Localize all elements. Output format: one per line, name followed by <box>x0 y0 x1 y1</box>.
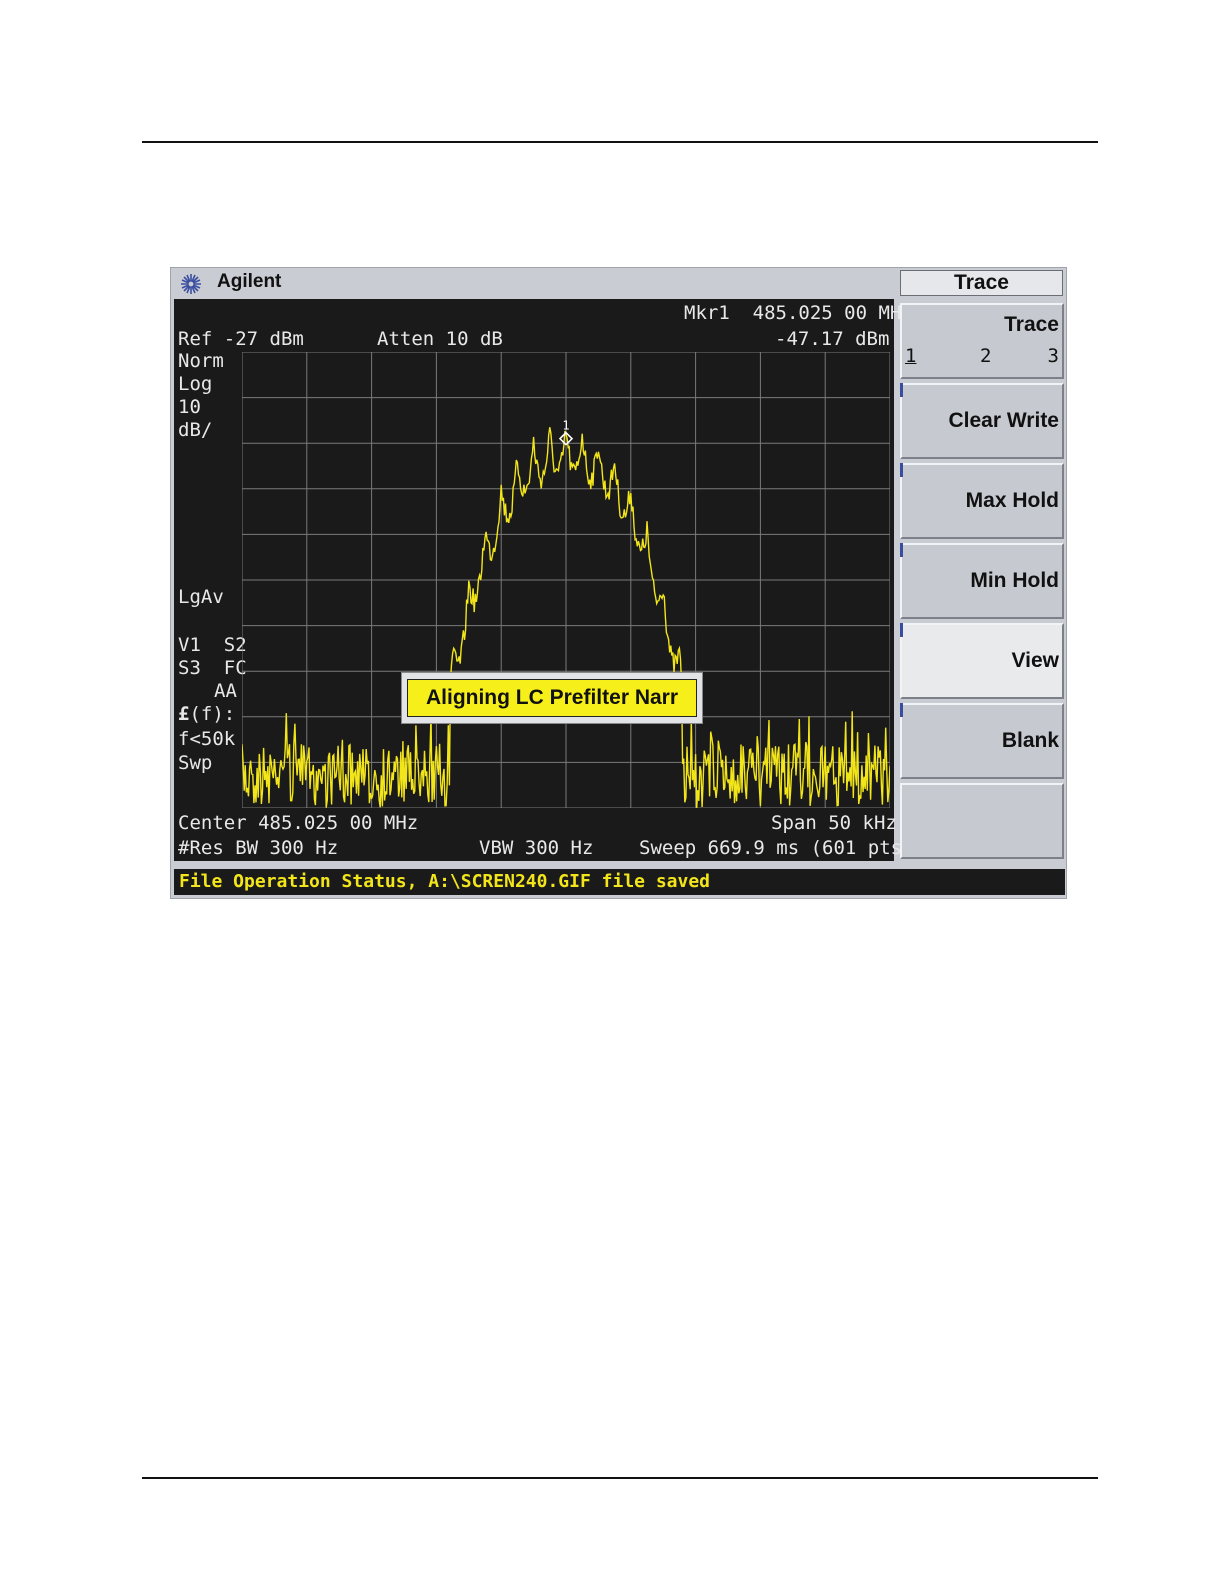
trace-option-1: 1 <box>905 345 917 367</box>
alignment-message: Aligning LC Prefilter Narr <box>407 679 697 717</box>
sweep-time: Sweep 669.9 ms (601 pts) <box>639 837 914 859</box>
sweep-annotation: Swp <box>178 752 213 774</box>
softkey-marker <box>900 703 903 717</box>
clear-write-softkey[interactable]: Clear Write <box>900 383 1064 459</box>
brand-bar: Agilent <box>171 268 897 298</box>
marker-readout: Mkr1 485.025 00 MHz <box>684 302 913 324</box>
blank-label: Blank <box>1001 729 1059 752</box>
marker-number: 1 <box>562 419 569 433</box>
average-type: LgAv <box>178 586 224 608</box>
spectrum-graticule: 1 <box>242 352 890 808</box>
page-bottom-rule <box>142 1477 1098 1479</box>
trace-select-softkey[interactable]: Trace 1 2 3 <box>900 303 1064 379</box>
agilent-spark-icon <box>181 274 201 294</box>
attenuation: Atten 10 dB <box>377 328 503 350</box>
spectrum-plot: 1 <box>242 352 890 808</box>
max-hold-softkey[interactable]: Max Hold <box>900 463 1064 539</box>
trace-status-v1s2: V1 S2 <box>178 634 247 656</box>
softkey-panel: Trace Trace 1 2 3 Clear Write Max Hold M… <box>898 268 1066 864</box>
menu-title: Trace <box>900 270 1063 296</box>
softkey-marker <box>900 623 903 637</box>
view-label: View <box>1011 649 1059 672</box>
view-softkey[interactable]: View <box>900 623 1064 699</box>
scale-value: 10 <box>178 396 201 418</box>
alignment-popup: Aligning LC Prefilter Narr <box>401 672 703 724</box>
page-top-rule <box>142 141 1098 143</box>
frequency-span: Span 50 kHz <box>771 812 897 834</box>
resolution-bandwidth: #Res BW 300 Hz <box>178 837 339 859</box>
lf-symbol: £ <box>178 703 190 725</box>
min-hold-label: Min Hold <box>970 569 1059 592</box>
softkey-marker <box>900 383 903 397</box>
center-frequency: Center 485.025 00 MHz <box>178 812 419 834</box>
trace-option-3: 3 <box>1047 345 1059 367</box>
trace-status-s3fc: S3 FC <box>178 657 247 679</box>
scale-type: Log <box>178 373 213 395</box>
frequency-condition: f<50k <box>178 728 236 750</box>
reference-level: Ref -27 dBm <box>178 328 304 350</box>
status-bar: File Operation Status, A:\SCREN240.GIF f… <box>174 869 1065 895</box>
detector-norm: Norm <box>178 350 224 372</box>
lf-annotation: £(f): <box>178 703 235 725</box>
min-hold-softkey[interactable]: Min Hold <box>900 543 1064 619</box>
trace-option-2: 2 <box>980 345 992 367</box>
brand-name: Agilent <box>217 271 282 292</box>
lf-text: (f): <box>189 703 236 725</box>
clear-write-label: Clear Write <box>948 409 1060 432</box>
blank-softkey[interactable]: Blank <box>900 703 1064 779</box>
analyzer-screen: Agilent Mkr1 485.025 00 MHz -47.17 dBm R… <box>170 267 1067 899</box>
softkey-marker <box>900 463 903 477</box>
max-hold-label: Max Hold <box>965 489 1059 512</box>
softkey-marker <box>900 543 903 557</box>
trace-status-aa: AA <box>214 680 237 702</box>
marker-amplitude: -47.17 dBm <box>775 328 890 350</box>
spectrum-display: Mkr1 485.025 00 MHz -47.17 dBm Ref -27 d… <box>174 299 914 861</box>
scale-unit: dB/ <box>178 419 213 441</box>
video-bandwidth: VBW 300 Hz <box>479 837 594 859</box>
empty-softkey[interactable] <box>900 783 1064 859</box>
trace-select-label: Trace <box>1004 313 1059 336</box>
